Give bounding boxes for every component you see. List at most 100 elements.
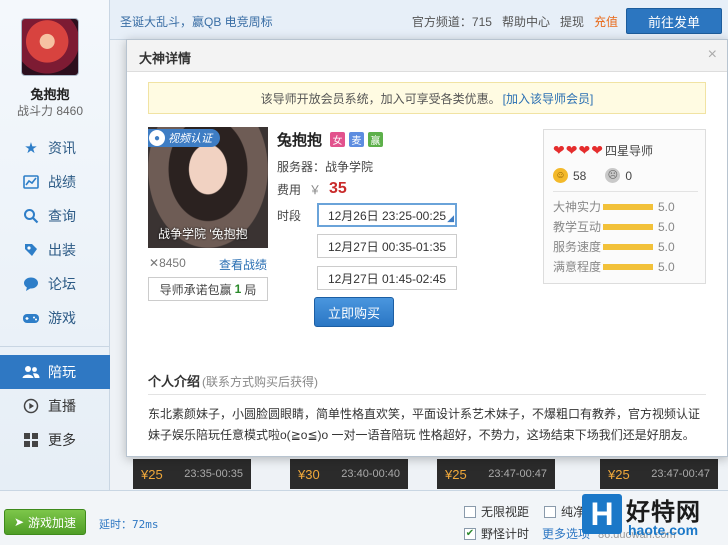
currency-symbol: ￥ [309,182,322,197]
recharge-link[interactable]: 充值 [594,13,618,30]
metric-bar [603,223,653,230]
background-order-card[interactable]: ¥25 23:47-00:47 [437,459,555,489]
background-order-card[interactable]: ¥30 23:40-00:40 [290,459,408,489]
latency-value: 72ms [132,518,159,531]
checkbox-box[interactable] [464,505,476,518]
post-order-button[interactable]: 前往发单 [626,8,722,34]
view-count: ✕8450 [149,256,186,270]
metric-bar [603,203,653,210]
photo-caption: 战争学院 '兔抱抱 [158,227,248,241]
avatar[interactable] [21,18,79,76]
sidebar-username: 兔抱抱 [30,87,70,102]
metric-value: 5.0 [658,239,675,254]
heart-icon: ❤ [591,142,603,158]
sidebar-item-build[interactable]: 出装 [0,234,110,266]
tutor-detail-modal: 大神详情 × 该导师开放会员系统，加入可享受各类优惠。 [加入该导师会员] ● … [126,39,728,457]
top-links: 官方频道：715 帮助中心 提现 充值 [412,13,618,30]
sidebar-item-label: 直播 [48,398,76,414]
win-promise-box: 导师承诺包赢 1 局 [148,277,268,301]
background-order-card[interactable]: ¥25 23:47-00:47 [600,459,718,489]
tutor-photo[interactable]: ● 视频认证 战争学院 '兔抱抱 [148,127,268,248]
unlimited-view-checkbox[interactable]: 无限视距 [464,503,529,520]
monster-timer-checkbox[interactable]: ✔ 野怪计时 [464,525,529,542]
metric-row: 服务速度 5.0 [553,238,675,255]
sidebar: 兔抱抱 战斗力 8460 ★ 资讯 战绩 查询 出装 论坛 游戏 陪玩 直播 更… [0,0,110,490]
help-center-link[interactable]: 帮助中心 [502,13,550,30]
rating-divider [553,191,698,192]
sidebar-item-records[interactable]: 战绩 [0,166,110,198]
sidebar-item-more[interactable]: 更多 [0,424,110,456]
chart-icon [22,173,40,191]
checkbox-box[interactable] [544,505,556,518]
server-label: 服务器： [277,160,326,174]
sidebar-item-live[interactable]: 直播 [0,390,110,422]
sidebar-item-games[interactable]: 游戏 [0,302,110,334]
metric-value: 5.0 [658,219,675,234]
pure-mode-checkbox[interactable]: 纯净 [544,503,585,520]
slot-text: 12月27日 00:35-01:35 [327,239,447,254]
watermark-url: haote.com [628,522,699,538]
metric-label: 满意程度 [553,260,602,274]
sidebar-item-label: 战绩 [48,174,76,190]
promise-label: 导师承诺包赢 [159,282,232,297]
heart-icon: ❤ [578,142,591,158]
sidebar-item-news[interactable]: ★ 资讯 [0,132,110,164]
promise-count: 1 [234,282,242,296]
metric-label: 大神实力 [553,200,602,214]
sidebar-item-label: 游戏 [48,310,76,326]
feedback-counts: ☺ 58 ☹ 0 [553,168,632,183]
time-slot-label: 时段 [277,207,301,224]
metric-label: 教学互动 [553,220,602,234]
play-icon [22,397,40,415]
search-icon [22,207,40,225]
people-icon [22,363,40,381]
top-news-link[interactable]: 圣诞大乱斗，赢QB 电竞周标 [120,13,273,30]
sidebar-item-forum[interactable]: 论坛 [0,268,110,300]
video-verified-badge: ● 视频认证 [148,129,220,147]
view-record-link[interactable]: 查看战绩 [219,256,267,273]
intro-title: 个人介绍 [148,374,201,389]
sidebar-item-query[interactable]: 查询 [0,200,110,232]
metric-bar [603,243,653,250]
join-membership-link[interactable]: [加入该导师会员] [503,90,594,107]
time-slot-option[interactable]: 12月27日 01:45-02:45 [317,266,457,290]
checkbox-box-checked[interactable]: ✔ [464,527,476,540]
equipment-icon [22,241,40,259]
sidebar-divider [0,346,110,347]
buy-now-button[interactable]: 立即购买 [314,297,394,327]
sidebar-item-label: 陪玩 [48,364,76,380]
bad-count: 0 [625,168,633,183]
game-accelerate-button[interactable]: ➤ 游戏加速 [4,509,86,535]
intro-text: 东北素颜妹子，小圆脸圆眼睛，简单性格直欢笑，平面设计系艺术妹子，不爆粗口有教养，… [148,407,701,442]
latency-readout: 延时：72ms [99,516,159,532]
slot-label: 时段 [277,209,302,223]
sidebar-item-label: 更多 [48,432,76,448]
time-slot-option-selected[interactable]: 12月26日 23:25-00:25 ◢ [317,203,457,227]
card-time: 23:47-00:47 [651,468,710,480]
fee-row: 费用 ￥ 35 [277,180,347,198]
official-channel-link[interactable]: 官方频道：715 [412,13,492,30]
heart-icon: ❤ [565,142,578,158]
time-slot-option[interactable]: 12月27日 00:35-01:35 [317,234,457,258]
star-icon: ★ [24,140,38,157]
grid-icon [22,431,40,449]
withdraw-link[interactable]: 提现 [560,13,584,30]
selected-check-icon: ◢ [447,213,454,223]
camera-icon: ● [149,130,165,146]
background-order-card[interactable]: ¥25 23:35-00:35 [133,459,251,489]
modal-title: 大神详情 [139,51,192,66]
sidebar-item-label: 出装 [48,242,76,258]
sidebar-item-companion[interactable]: 陪玩 [0,355,110,389]
close-icon[interactable]: × [708,46,717,64]
top-bar: 圣诞大乱斗，赢QB 电竞周标 官方频道：715 帮助中心 提现 充值 前往发单 [110,0,728,40]
sidebar-power: 战斗力 8460 [0,102,100,119]
card-price: ¥25 [141,466,163,482]
watermark-logo: 86.duowan.com H 好特网 haote.com [580,492,728,545]
sidebar-item-label: 论坛 [48,276,76,292]
metric-value: 5.0 [658,259,675,274]
fee-label: 费用 [277,182,302,197]
views-icon: ✕ [149,256,160,270]
card-price: ¥25 [608,466,630,482]
watermark-h-icon: H [582,494,622,534]
membership-notice: 该导师开放会员系统，加入可享受各类优惠。 [加入该导师会员] [148,82,706,114]
